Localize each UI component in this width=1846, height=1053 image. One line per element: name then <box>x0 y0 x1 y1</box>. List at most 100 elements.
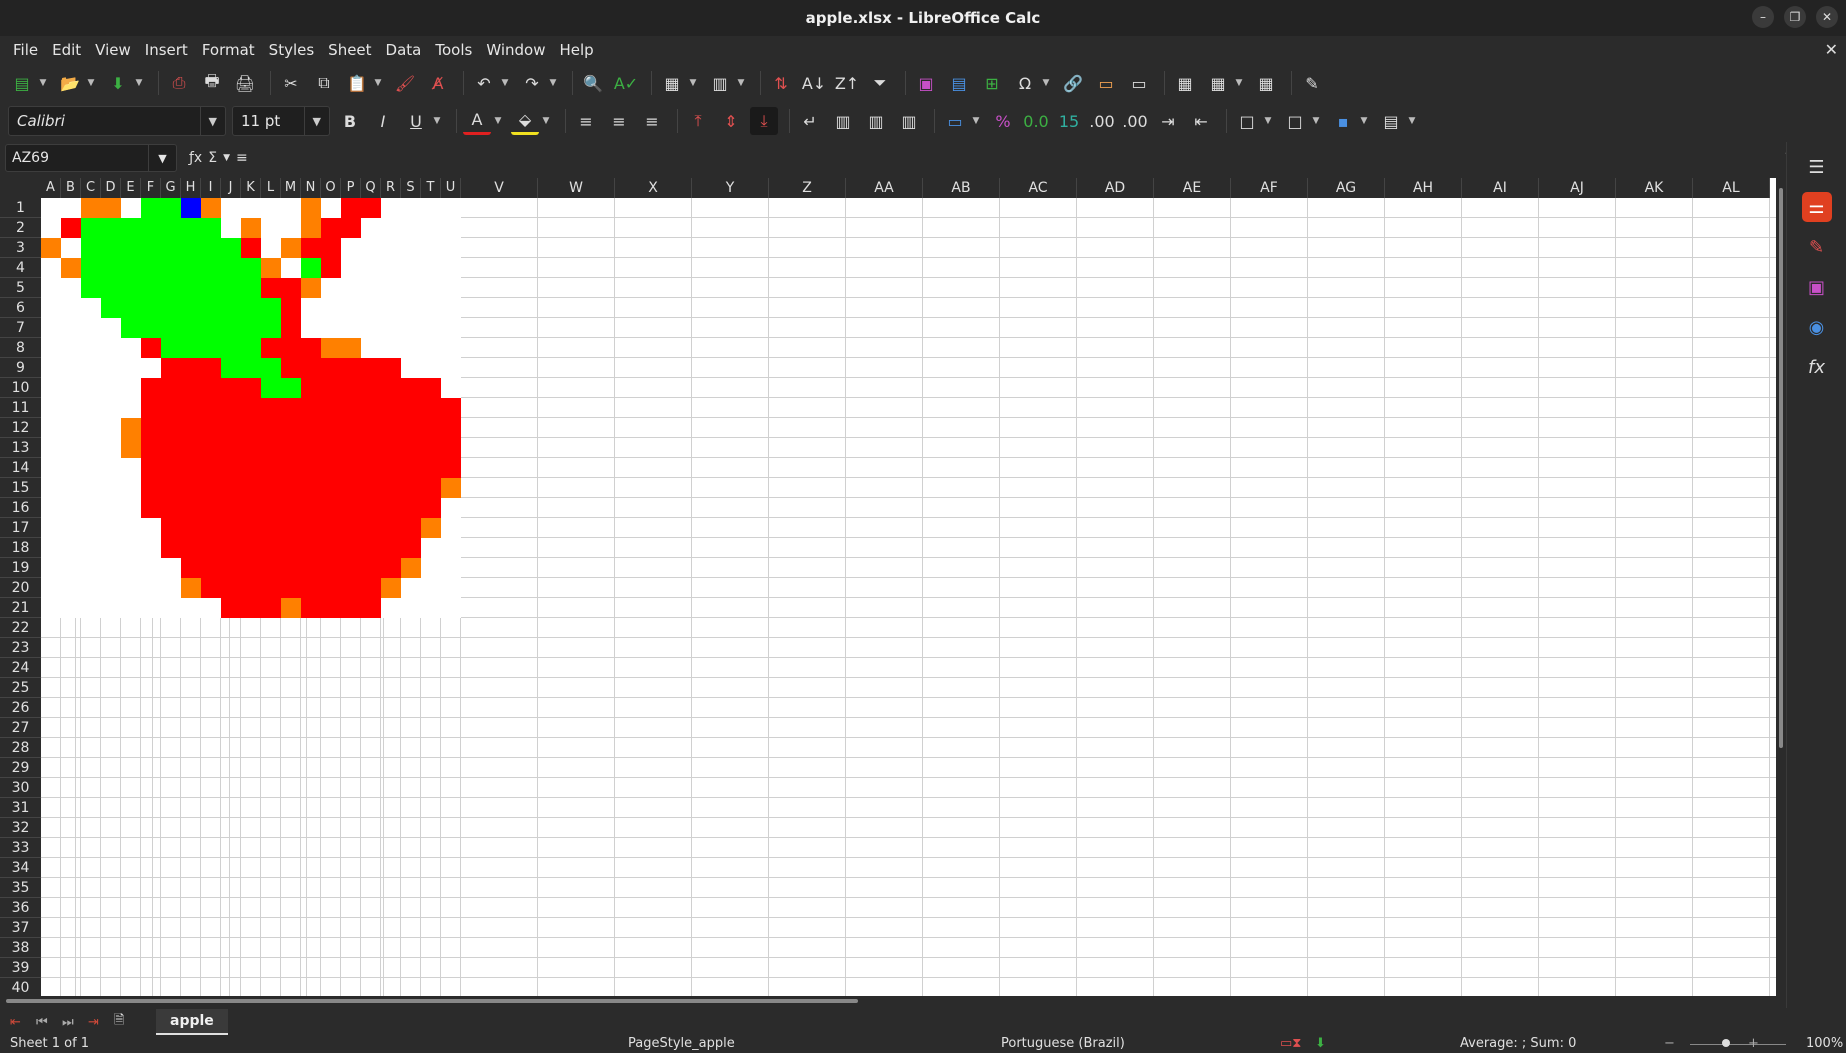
column-header-l[interactable]: L <box>261 178 281 198</box>
colored-cell[interactable] <box>101 258 121 278</box>
add-decimal-icon[interactable]: .00 <box>1088 107 1116 135</box>
colored-cell[interactable] <box>301 198 321 218</box>
column-header-ai[interactable]: AI <box>1462 178 1539 198</box>
colored-cell[interactable] <box>321 358 341 378</box>
colored-cell[interactable] <box>261 478 281 498</box>
colored-cell[interactable] <box>301 518 321 538</box>
colored-cell[interactable] <box>221 298 241 318</box>
menu-insert[interactable]: Insert <box>138 41 195 59</box>
colored-cell[interactable] <box>201 278 221 298</box>
colored-cell[interactable] <box>321 538 341 558</box>
colored-cell[interactable] <box>381 498 401 518</box>
colored-cell[interactable] <box>241 518 261 538</box>
row-header-22[interactable]: 22 <box>0 618 41 638</box>
column-header-y[interactable]: Y <box>692 178 769 198</box>
colored-cell[interactable] <box>121 298 141 318</box>
colored-cell[interactable] <box>141 458 161 478</box>
colored-cell[interactable] <box>221 238 241 258</box>
row-header-29[interactable]: 29 <box>0 758 41 778</box>
colored-cell[interactable] <box>261 538 281 558</box>
minimize-icon[interactable]: – <box>1752 6 1774 28</box>
colored-cell[interactable] <box>341 398 361 418</box>
colored-cell[interactable] <box>281 498 301 518</box>
spelling-icon[interactable]: A✓ <box>612 69 640 97</box>
insert-chart-icon[interactable]: ▤ <box>945 69 973 97</box>
formula-input[interactable] <box>270 144 1776 172</box>
decrease-indent-icon[interactable]: ⇤ <box>1187 107 1215 135</box>
menu-icon[interactable]: ☰ <box>1802 152 1832 182</box>
row-header-20[interactable]: 20 <box>0 578 41 598</box>
colored-cell[interactable] <box>241 278 261 298</box>
colored-cell[interactable] <box>341 418 361 438</box>
zoom-slider-handle[interactable] <box>1722 1039 1730 1047</box>
colored-cell[interactable] <box>381 558 401 578</box>
colored-cell[interactable] <box>101 198 121 218</box>
conditional-dropdown-icon[interactable]: ▼ <box>1404 107 1420 135</box>
italic-icon[interactable]: I <box>369 107 397 135</box>
column-header-ag[interactable]: AG <box>1308 178 1385 198</box>
colored-cell[interactable] <box>341 458 361 478</box>
colored-cell[interactable] <box>201 218 221 238</box>
column-header-ak[interactable]: AK <box>1616 178 1693 198</box>
hyperlink-icon[interactable]: 🔗 <box>1059 69 1087 97</box>
column-header-s[interactable]: S <box>401 178 421 198</box>
colored-cell[interactable] <box>361 558 381 578</box>
row-header-28[interactable]: 28 <box>0 738 41 758</box>
colored-cell[interactable] <box>61 218 81 238</box>
colored-cell[interactable] <box>381 538 401 558</box>
print-icon[interactable]: 🖶 <box>198 69 226 97</box>
colored-cell[interactable] <box>341 598 361 618</box>
colored-cell[interactable] <box>141 338 161 358</box>
colored-cell[interactable] <box>321 218 341 238</box>
colored-cell[interactable] <box>221 278 241 298</box>
colored-cell[interactable] <box>241 478 261 498</box>
draw-functions-icon[interactable]: ✎ <box>1298 69 1326 97</box>
colored-cell[interactable] <box>241 358 261 378</box>
column-header-w[interactable]: W <box>538 178 615 198</box>
column-header-ac[interactable]: AC <box>1000 178 1077 198</box>
colored-cell[interactable] <box>421 478 441 498</box>
colored-cell[interactable] <box>261 338 281 358</box>
align-left-icon[interactable]: ≡ <box>572 107 600 135</box>
column-header-x[interactable]: X <box>615 178 692 198</box>
row-header-4[interactable]: 4 <box>0 258 41 278</box>
colored-cell[interactable] <box>361 498 381 518</box>
colored-cell[interactable] <box>161 478 181 498</box>
row-header-1[interactable]: 1 <box>0 198 41 218</box>
highlight-dropdown-icon[interactable]: ▼ <box>538 107 554 135</box>
sheet-tab-apple[interactable]: apple <box>156 1009 228 1035</box>
colored-cell[interactable] <box>221 558 241 578</box>
colored-cell[interactable] <box>321 578 341 598</box>
font-color-icon[interactable]: A <box>463 107 491 135</box>
unmerge-cells-icon[interactable]: ▥ <box>895 107 923 135</box>
colored-cell[interactable] <box>301 578 321 598</box>
number-format-icon[interactable]: 0.0 <box>1022 107 1050 135</box>
colored-cell[interactable] <box>221 398 241 418</box>
colored-cell[interactable] <box>201 478 221 498</box>
sort-descending-icon[interactable]: Z↑ <box>833 69 861 97</box>
colored-cell[interactable] <box>201 398 221 418</box>
colored-cell[interactable] <box>301 538 321 558</box>
menu-view[interactable]: View <box>88 41 138 59</box>
colored-cell[interactable] <box>221 518 241 538</box>
split-window-icon[interactable]: ▦ <box>1252 69 1280 97</box>
colored-cell[interactable] <box>281 398 301 418</box>
colored-cell[interactable] <box>241 498 261 518</box>
zoom-level[interactable]: 100% <box>1806 1036 1843 1051</box>
colored-cell[interactable] <box>101 238 121 258</box>
wrap-text-icon[interactable]: ↵ <box>796 107 824 135</box>
colored-cell[interactable] <box>161 238 181 258</box>
last-sheet-icon[interactable]: ⇥ <box>88 1015 110 1030</box>
paste-dropdown-icon[interactable]: ▼ <box>370 69 386 97</box>
chevron-down-icon[interactable]: ▼ <box>199 107 217 135</box>
borders-dropdown-icon[interactable]: ▼ <box>1308 107 1324 135</box>
horizontal-scrollbar[interactable] <box>0 996 1776 1006</box>
colored-cell[interactable] <box>321 378 341 398</box>
zoom-in-icon[interactable]: + <box>1748 1036 1759 1051</box>
paste-icon[interactable]: 📋 <box>343 69 371 97</box>
colored-cell[interactable] <box>161 278 181 298</box>
row-icon[interactable]: ▦ <box>658 69 686 97</box>
menu-window[interactable]: Window <box>479 41 552 59</box>
colored-cell[interactable] <box>321 338 341 358</box>
colored-cell[interactable] <box>81 258 101 278</box>
